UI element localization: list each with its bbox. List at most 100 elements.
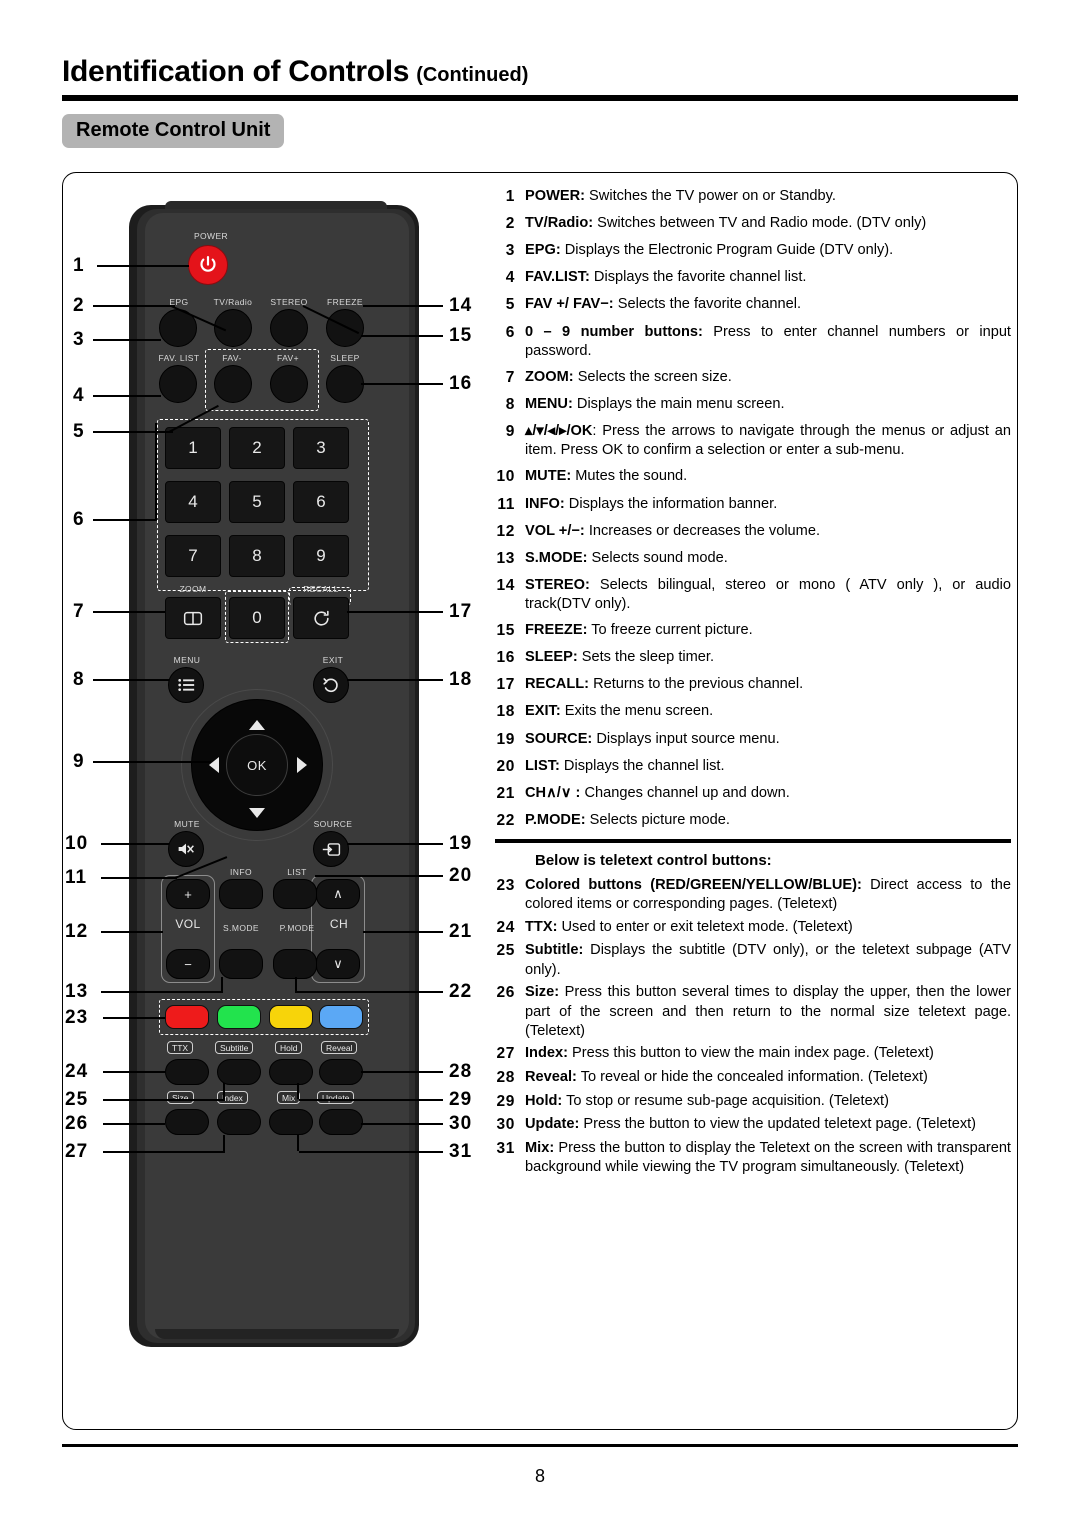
key-3[interactable]: 3 — [293, 427, 349, 469]
description-item-body: Press the button to view the updated tel… — [579, 1116, 977, 1133]
update-button[interactable] — [319, 1109, 363, 1135]
reveal-button[interactable] — [319, 1059, 363, 1085]
callout-line-19 — [347, 843, 443, 845]
menu-label: MENU — [173, 655, 201, 665]
mute-button[interactable] — [168, 831, 204, 867]
teletext-divider — [495, 838, 1011, 844]
key-7[interactable]: 7 — [165, 535, 221, 577]
description-item-number: 17 — [496, 676, 515, 694]
callout-27: 27 — [65, 1141, 89, 1162]
description-item-text: Mix: Press the button to display the Tel… — [525, 1139, 1011, 1178]
exit-button[interactable] — [313, 667, 349, 703]
s-mode-button[interactable] — [219, 949, 263, 979]
blue-button[interactable] — [319, 1005, 363, 1029]
description-item-number: 27 — [496, 1045, 515, 1063]
key-9[interactable]: 9 — [293, 535, 349, 577]
description-item-body: Displays the channel list. — [559, 757, 725, 774]
description-item-number: 18 — [496, 703, 515, 721]
fav-list-button[interactable] — [159, 365, 197, 403]
description-item-number: 7 — [505, 368, 515, 386]
hold-button[interactable] — [269, 1059, 313, 1085]
content-frame: POWER EPG TV/Radio STEREO FREEZE FAV. LI… — [62, 172, 1018, 1430]
nav-left-icon[interactable] — [209, 757, 219, 773]
description-item-term: MUTE: — [525, 468, 572, 485]
callout-7: 7 — [73, 601, 85, 622]
info-button[interactable] — [219, 879, 263, 909]
index-button[interactable] — [217, 1109, 261, 1135]
description-item-body: To stop or resume sub-page acquisition. … — [562, 1092, 889, 1109]
key-1[interactable]: 1 — [165, 427, 221, 469]
description-item-number: 12 — [496, 522, 515, 540]
source-button[interactable] — [313, 831, 349, 867]
nav-down-icon[interactable] — [249, 808, 265, 818]
key-0[interactable]: 0 — [229, 597, 285, 639]
key-4[interactable]: 4 — [165, 481, 221, 523]
fav-plus-button[interactable] — [270, 365, 308, 403]
red-button[interactable] — [165, 1005, 209, 1029]
description-item-number: 13 — [496, 549, 515, 567]
description-item-text: VOL +/−: Increases or decreases the volu… — [525, 522, 1011, 543]
callout-5: 5 — [73, 421, 85, 442]
description-item-term: FAV +/ FAV−: — [525, 296, 614, 313]
description-item-body: Displays the favorite channel list. — [589, 269, 807, 286]
callout-29: 29 — [449, 1089, 473, 1110]
ch-up-button[interactable]: ∧ — [316, 879, 360, 909]
callout-24: 24 — [65, 1061, 89, 1082]
stereo-button[interactable] — [270, 309, 308, 347]
callout-line-20 — [315, 875, 443, 877]
key-2[interactable]: 2 — [229, 427, 285, 469]
mix-button[interactable] — [269, 1109, 313, 1135]
nav-up-icon[interactable] — [249, 720, 265, 730]
ch-down-button[interactable]: ∨ — [316, 949, 360, 979]
description-item-body: To reveal or hide the concealed informat… — [576, 1069, 928, 1086]
ttx-button[interactable] — [165, 1059, 209, 1085]
key-8[interactable]: 8 — [229, 535, 285, 577]
description-item-number: 5 — [505, 296, 515, 314]
description-item-body: Displays input source menu. — [592, 730, 780, 747]
callout-vline-31 — [297, 1135, 299, 1151]
description-item-text: ZOOM: Selects the screen size. — [525, 368, 1011, 389]
description-item-text: FREEZE: To freeze current picture. — [525, 621, 1011, 642]
key-5[interactable]: 5 — [229, 481, 285, 523]
description-item-text: TV/Radio: Switches between TV and Radio … — [525, 214, 1011, 235]
description-item-term: LIST: — [525, 757, 560, 774]
page-title: Identification of Controls (Continued) — [62, 55, 1018, 89]
description-item-text: P.MODE: Selects picture mode. — [525, 811, 1011, 832]
callout-11: 11 — [65, 867, 88, 888]
fav-minus-button[interactable] — [214, 365, 252, 403]
callout-line-25 — [103, 1099, 225, 1101]
description-item-term: EPG: — [525, 242, 561, 259]
callout-line-11 — [101, 877, 177, 879]
description-item-text: MENU: Displays the main menu screen. — [525, 395, 1011, 416]
description-item-body: : Press the arrows to navigate through t… — [525, 423, 1011, 459]
remote-control-diagram: POWER EPG TV/Radio STEREO FREEZE FAV. LI… — [63, 173, 483, 1431]
key-6[interactable]: 6 — [293, 481, 349, 523]
recall-button[interactable] — [293, 597, 349, 639]
callout-vline-27 — [223, 1135, 225, 1151]
sleep-button[interactable] — [326, 365, 364, 403]
zoom-button[interactable] — [165, 597, 221, 639]
power-button[interactable] — [188, 245, 228, 285]
ok-button[interactable]: OK — [226, 734, 288, 796]
vol-up-button[interactable]: + — [166, 879, 210, 909]
yellow-button[interactable] — [269, 1005, 313, 1029]
description-item-term: Index: — [525, 1045, 568, 1062]
menu-button[interactable] — [168, 667, 204, 703]
mute-label: MUTE — [174, 819, 200, 829]
p-mode-button[interactable] — [273, 949, 317, 979]
update-label: Update — [317, 1091, 355, 1104]
power-label: POWER — [193, 231, 229, 241]
subtitle-button[interactable] — [217, 1059, 261, 1085]
description-item-text: SOURCE: Displays input source menu. — [525, 730, 1011, 751]
main-description-list: 1 POWER: Switches the TV power on or Stan… — [495, 187, 1011, 832]
list-button[interactable] — [273, 879, 317, 909]
callout-line-31 — [299, 1151, 443, 1153]
size-button[interactable] — [165, 1109, 209, 1135]
stereo-label: STEREO — [270, 297, 308, 307]
description-item: 2 TV/Radio: Switches between TV and Radio… — [495, 214, 1011, 235]
vol-down-button[interactable]: − — [166, 949, 210, 979]
nav-right-icon[interactable] — [297, 757, 307, 773]
page-number: 8 — [534, 1466, 545, 1486]
description-item: 11 INFO: Displays the information banner. — [495, 495, 1011, 516]
green-button[interactable] — [217, 1005, 261, 1029]
